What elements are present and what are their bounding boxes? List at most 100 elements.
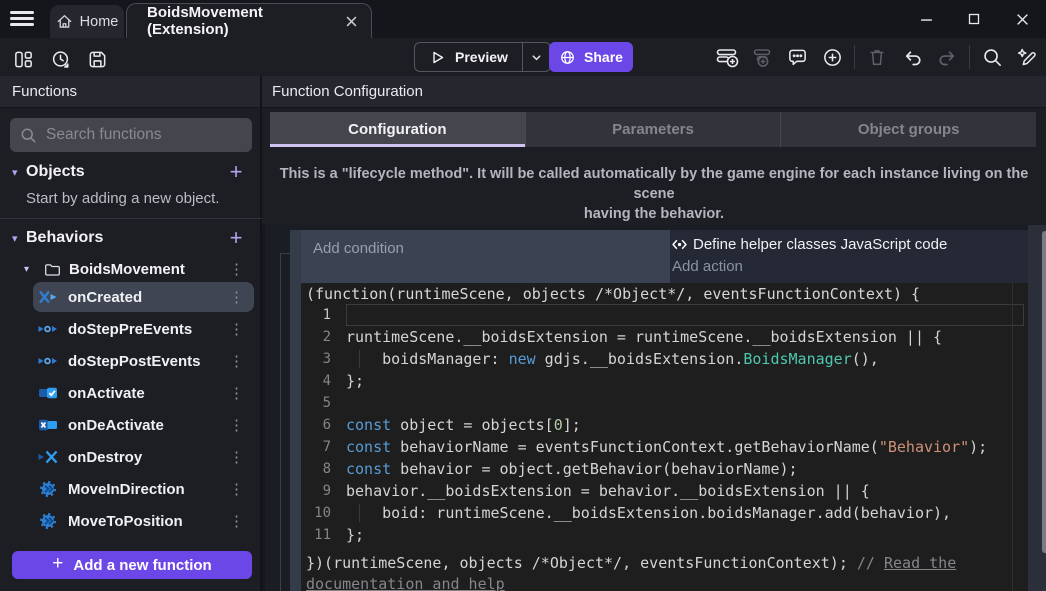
objects-section-header[interactable]: ▾ Objects + [0, 158, 262, 186]
functions-sidebar: Functions ▾ Objects + Start by adding a … [0, 76, 262, 591]
function-menu-button[interactable]: ⋮ [229, 290, 244, 305]
tab-configuration[interactable]: Configuration [270, 112, 526, 147]
add-behavior-button[interactable]: + [224, 224, 248, 252]
code-line[interactable]: 6 const object = objects[0]; [301, 414, 1028, 436]
js-event-title[interactable]: Define helper classes JavaScript code [693, 236, 947, 253]
tab-parameters[interactable]: Parameters [526, 112, 782, 147]
search-icon [20, 127, 37, 144]
add-function-button[interactable]: + Add a new function [12, 551, 252, 579]
editor-right-rule [1012, 283, 1013, 591]
preview-dropdown-button[interactable] [522, 43, 550, 71]
function-menu-button[interactable]: ⋮ [229, 418, 244, 433]
tab-document-label: BoidsMovement (Extension) [147, 4, 334, 38]
event-indent-bracket [280, 253, 290, 254]
indent-guide [359, 504, 360, 522]
function-item-moveindirection[interactable]: MoveInDirection ⋮ [33, 474, 254, 504]
current-line-highlight [346, 304, 1024, 326]
add-condition-area[interactable]: Add condition [301, 230, 670, 283]
activate-icon [38, 385, 58, 401]
function-menu-button[interactable]: ⋮ [229, 354, 244, 369]
behavior-folder-row[interactable]: ▾ BoidsMovement ⋮ [0, 256, 262, 282]
add-event-icon[interactable] [714, 44, 740, 70]
js-event-header: Define helper classes JavaScript code Ad… [670, 230, 1028, 283]
edit-pencil-icon[interactable] [1014, 44, 1040, 70]
gear-icon [38, 513, 58, 529]
chevron-down-icon[interactable]: ▾ [12, 232, 26, 245]
documentation-link[interactable]: documentation and help [306, 575, 505, 591]
documentation-link[interactable]: Read the [884, 554, 956, 572]
chevron-down-icon[interactable]: ▾ [24, 264, 38, 275]
code-line[interactable]: 11 }; [301, 524, 1028, 546]
event-sheet[interactable]: Add condition Define helper classes Java… [262, 225, 1046, 591]
tab-object-groups[interactable]: Object groups [781, 112, 1036, 147]
add-comment-icon[interactable] [784, 44, 810, 70]
function-item-movetoposition[interactable]: MoveToPosition ⋮ [33, 506, 254, 536]
share-button[interactable]: Share [549, 42, 633, 72]
function-item-oncreated[interactable]: onCreated ⋮ [33, 282, 254, 312]
function-menu-button[interactable]: ⋮ [229, 450, 244, 465]
hamburger-menu-icon[interactable] [10, 11, 34, 27]
scrollbar-thumb[interactable] [1042, 231, 1046, 553]
behavior-folder-label: BoidsMovement [69, 261, 185, 278]
chevron-down-icon[interactable]: ▾ [12, 166, 26, 179]
preview-button[interactable]: Preview [415, 43, 522, 71]
code-line[interactable]: 3 boidsManager: new gdjs.__boidsExtensio… [301, 348, 1028, 370]
globe-icon [559, 49, 576, 66]
add-object-button[interactable]: + [224, 158, 248, 186]
sidebar-title: Functions [0, 76, 260, 108]
home-icon [56, 13, 73, 30]
folder-icon [44, 262, 61, 277]
code-line[interactable]: 4 }; [301, 370, 1028, 392]
function-item-ondestroy[interactable]: onDestroy ⋮ [33, 442, 254, 472]
delete-icon[interactable] [864, 44, 890, 70]
preview-button-group: Preview [414, 42, 551, 72]
function-item-dostepprevents[interactable]: doStepPreEvents ⋮ [33, 314, 254, 344]
function-menu-button[interactable]: ⋮ [229, 386, 244, 401]
function-menu-button[interactable]: ⋮ [229, 514, 244, 529]
search-functions-input[interactable] [46, 126, 246, 144]
active-tab-underline [270, 144, 525, 147]
history-icon[interactable] [47, 46, 73, 72]
code-line[interactable]: 9 behavior.__boidsExtension = behavior._… [301, 480, 1028, 502]
deactivate-icon [38, 417, 58, 433]
project-manager-icon[interactable] [10, 46, 36, 72]
js-code-editor[interactable]: (function(runtimeScene, objects /*Object… [301, 283, 1028, 591]
tab-home[interactable]: Home [50, 5, 124, 38]
add-subevent-icon[interactable] [749, 44, 775, 70]
scrollbar-track[interactable] [1041, 225, 1046, 591]
lifecycle-description: This is a "lifecycle method". It will be… [262, 164, 1046, 224]
search-functions-box[interactable] [10, 118, 252, 152]
behaviors-section-header[interactable]: ▾ Behaviors + [0, 224, 262, 252]
code-line[interactable]: 10 boid: runtimeScene.__boidsExtension.b… [301, 502, 1028, 524]
function-item-ondeactivate[interactable]: onDeActivate ⋮ [33, 410, 254, 440]
gear-icon [38, 481, 58, 497]
panel-title: Function Configuration [262, 76, 1046, 108]
function-item-dosteppostevents[interactable]: doStepPostEvents ⋮ [33, 346, 254, 376]
code-line[interactable]: 7 const behaviorName = eventsFunctionCon… [301, 436, 1028, 458]
window-maximize-button[interactable] [959, 5, 989, 33]
add-circle-icon[interactable] [819, 44, 845, 70]
window-minimize-button[interactable] [911, 5, 941, 33]
toolbar-divider [854, 45, 855, 69]
function-menu-button[interactable]: ⋮ [229, 482, 244, 497]
folder-menu-button[interactable]: ⋮ [229, 262, 244, 277]
tab-document[interactable]: BoidsMovement (Extension) [126, 3, 372, 38]
function-item-onactivate[interactable]: onActivate ⋮ [33, 378, 254, 408]
save-icon[interactable] [84, 46, 110, 72]
code-header-line: (function(runtimeScene, objects /*Object… [301, 283, 1028, 304]
indent-guide [359, 350, 360, 368]
code-line[interactable]: 2 runtimeScene.__boidsExtension = runtim… [301, 326, 1028, 348]
window-close-button[interactable] [1007, 5, 1037, 33]
function-menu-button[interactable]: ⋮ [229, 322, 244, 337]
tab-close-icon[interactable] [346, 16, 357, 27]
undo-icon[interactable] [899, 44, 925, 70]
js-code-event-icon [672, 238, 687, 251]
code-line[interactable]: 5 [301, 392, 1028, 414]
titlebar: Home BoidsMovement (Extension) [0, 0, 1046, 38]
search-events-icon[interactable] [979, 44, 1005, 70]
play-icon [429, 49, 446, 66]
destroy-icon [38, 449, 58, 465]
redo-icon[interactable] [934, 44, 960, 70]
add-action-link[interactable]: Add action [672, 258, 1028, 275]
code-line[interactable]: 8 const behavior = object.getBehavior(be… [301, 458, 1028, 480]
